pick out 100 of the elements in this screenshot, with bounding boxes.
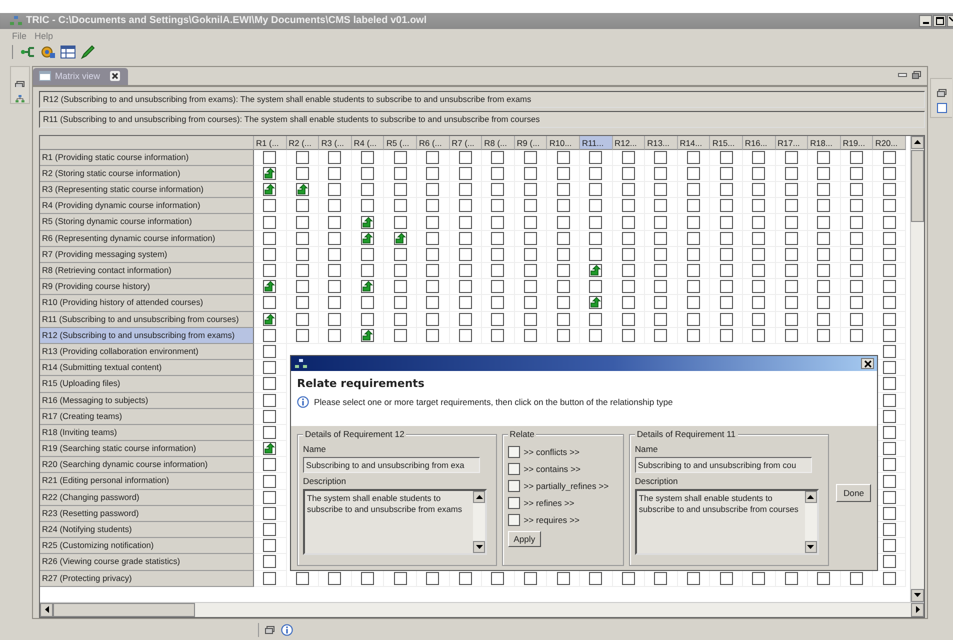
column-header[interactable]: R9 (... (514, 136, 548, 150)
checkbox[interactable] (524, 166, 538, 180)
checkbox[interactable] (817, 183, 830, 196)
checkbox[interactable] (491, 166, 504, 180)
checkbox[interactable] (491, 264, 504, 278)
checkbox[interactable] (752, 232, 766, 245)
checkbox[interactable] (882, 539, 896, 552)
up-arrow-icon[interactable] (914, 140, 921, 144)
row-header[interactable]: R24 (Notifying students) (40, 522, 254, 538)
checkbox[interactable] (361, 264, 374, 278)
table-icon[interactable] (60, 45, 76, 60)
row-header[interactable]: R10 (Providing history of attended courses) (40, 295, 254, 312)
row-header[interactable]: R2 (Storing static course information) (40, 166, 254, 182)
checkbox[interactable] (263, 555, 276, 568)
checkbox[interactable] (882, 183, 896, 196)
checkbox[interactable] (508, 496, 520, 508)
checkbox[interactable] (687, 296, 700, 310)
down-arrow-icon[interactable] (807, 545, 814, 549)
checkbox[interactable] (524, 296, 538, 310)
checkbox[interactable] (328, 232, 342, 245)
checkbox[interactable] (784, 328, 798, 342)
checkbox[interactable] (394, 216, 407, 229)
relation-option[interactable]: >> requires >> (508, 512, 618, 527)
column-header[interactable]: R15... (710, 136, 743, 150)
checkbox[interactable] (328, 216, 342, 229)
checkbox[interactable] (622, 183, 635, 196)
checkbox[interactable] (458, 280, 472, 294)
column-header[interactable]: R14... (678, 136, 710, 150)
checkbox[interactable] (263, 506, 276, 520)
row-header[interactable]: R27 (Protecting privacy) (40, 570, 254, 587)
checkbox[interactable] (817, 572, 830, 585)
checkbox[interactable] (687, 232, 700, 245)
checkbox[interactable] (622, 312, 635, 326)
checkbox[interactable] (589, 572, 602, 585)
checkbox[interactable] (654, 216, 668, 229)
checkbox[interactable] (556, 264, 570, 278)
row-header[interactable]: R26 (Viewing course grade statistics) (40, 554, 254, 571)
checkbox[interactable] (491, 312, 504, 326)
checkbox[interactable] (687, 199, 700, 212)
checkbox[interactable] (328, 166, 342, 180)
column-header[interactable]: R6 (... (416, 136, 450, 150)
checkbox[interactable] (556, 199, 570, 212)
checkbox[interactable] (687, 183, 700, 196)
checkbox[interactable] (328, 328, 342, 342)
checkbox[interactable] (882, 458, 896, 472)
checkbox[interactable] (784, 248, 798, 261)
checkbox[interactable] (394, 572, 407, 585)
checkbox[interactable] (687, 216, 700, 229)
checkbox[interactable] (458, 572, 472, 585)
row-header[interactable]: R19 (Searching static course information) (40, 441, 254, 458)
checkbox[interactable] (394, 296, 407, 310)
checkbox[interactable] (328, 312, 342, 326)
checkbox[interactable] (508, 446, 520, 458)
checkbox[interactable] (426, 572, 440, 585)
checkbox[interactable] (328, 280, 342, 294)
checkbox[interactable] (394, 166, 407, 180)
column-header[interactable]: R17... (776, 136, 808, 150)
checkbox[interactable] (850, 572, 863, 585)
checkbox[interactable] (361, 572, 374, 585)
checkbox[interactable] (263, 312, 276, 326)
name-field[interactable]: Subscribing to and unsubscribing from cou (634, 457, 812, 473)
checkbox[interactable] (784, 232, 798, 245)
checkbox[interactable] (361, 199, 374, 212)
checkbox[interactable] (556, 232, 570, 245)
checkbox[interactable] (524, 183, 538, 196)
checkbox[interactable] (784, 280, 798, 294)
row-header[interactable]: R21 (Editing personal information) (40, 473, 254, 490)
checkbox[interactable] (817, 312, 830, 326)
relation-option[interactable]: >> partially_refines >> (508, 478, 618, 493)
checkbox[interactable] (524, 248, 538, 261)
checkbox[interactable] (296, 328, 309, 342)
checkbox[interactable] (508, 514, 520, 526)
row-header[interactable]: R13 (Providing collaboration environment) (40, 344, 254, 360)
checkbox[interactable] (850, 280, 863, 294)
restore-icon[interactable] (265, 626, 275, 634)
checkbox[interactable] (622, 199, 635, 212)
checkbox[interactable] (589, 216, 602, 229)
up-arrow-icon[interactable] (807, 495, 814, 499)
connector-icon[interactable] (20, 45, 36, 60)
restore-icon[interactable] (936, 88, 946, 97)
checkbox[interactable] (394, 280, 407, 294)
checkbox[interactable] (720, 248, 733, 261)
checkbox[interactable] (263, 199, 276, 212)
checkbox[interactable] (882, 296, 896, 310)
checkbox[interactable] (328, 199, 342, 212)
checkbox[interactable] (458, 150, 472, 164)
checkbox[interactable] (622, 216, 635, 229)
checkbox[interactable] (556, 312, 570, 326)
left-arrow-icon[interactable] (44, 606, 48, 614)
checkbox[interactable] (752, 166, 766, 180)
restore-icon[interactable] (15, 80, 25, 87)
up-arrow-icon[interactable] (476, 495, 482, 499)
checkbox[interactable] (654, 248, 668, 261)
checkbox[interactable] (458, 248, 472, 261)
checkbox[interactable] (426, 216, 440, 229)
checkbox[interactable] (622, 280, 635, 294)
checkbox[interactable] (491, 328, 504, 342)
checkbox[interactable] (263, 458, 276, 472)
down-arrow-icon[interactable] (914, 593, 921, 598)
checkbox[interactable] (720, 296, 733, 310)
